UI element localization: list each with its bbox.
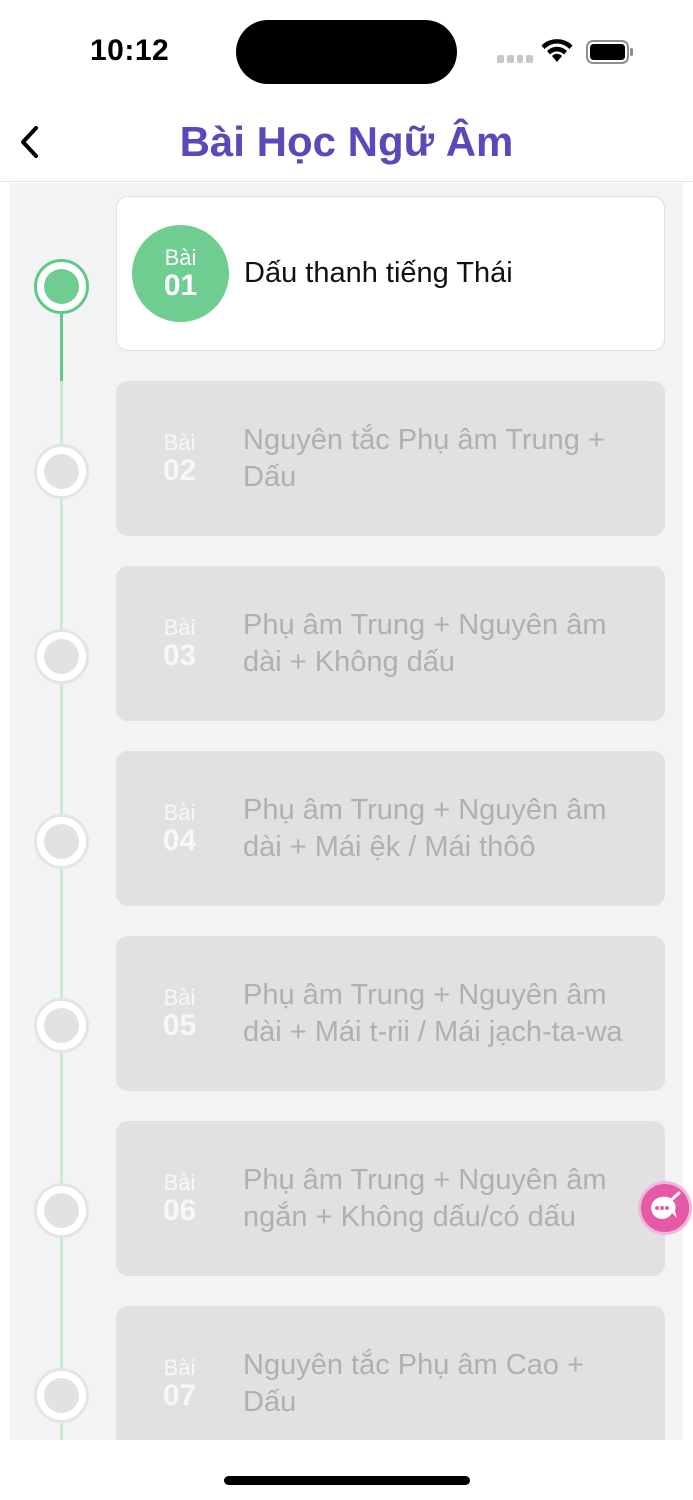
lesson-title: Dấu thanh tiếng Thái [244, 257, 513, 289]
status-time: 10:12 [90, 34, 170, 67]
lesson-card-06[interactable]: Bài 06 Phụ âm Trung + Nguyên âm ngắn + K… [116, 1121, 665, 1276]
lesson-title: Nguyên tắc Phụ âm Trung + Dấu [243, 423, 605, 493]
timeline-node [34, 998, 89, 1053]
wifi-icon [541, 39, 573, 62]
lesson-badge: Bài 01 [132, 225, 229, 322]
lesson-badge: Bài 07 [162, 1354, 197, 1412]
dynamic-island [236, 20, 457, 84]
lesson-badge: Bài 03 [162, 614, 197, 672]
timeline-node [34, 259, 89, 314]
lesson-card-04[interactable]: Bài 04 Phụ âm Trung + Nguyên âm dài + Má… [116, 751, 665, 906]
lesson-list[interactable]: Bài 01 Dấu thanh tiếng Thái Bài 02 Nguyê… [10, 183, 683, 1440]
lesson-badge: Bài 06 [162, 1169, 197, 1227]
lesson-badge: Bài 02 [162, 429, 197, 487]
lesson-title: Phụ âm Trung + Nguyên âm dài + Mái t-rii… [243, 978, 623, 1048]
page-title: Bài Học Ngữ Âm [179, 118, 514, 165]
lesson-badge: Bài 04 [162, 799, 197, 857]
lesson-title: Phụ âm Trung + Nguyên âm dài + Không dấu [243, 608, 607, 678]
timeline-node [34, 1183, 89, 1238]
status-bar: 10:12 [0, 0, 693, 100]
timeline-node [34, 1368, 89, 1423]
lesson-title: Phụ âm Trung + Nguyên âm ngắn + Không dấ… [243, 1163, 607, 1233]
lesson-card-07[interactable]: Bài 07 Nguyên tắc Phụ âm Cao + Dấu [116, 1306, 665, 1440]
lesson-title: Nguyên tắc Phụ âm Cao + Dấu [243, 1348, 584, 1418]
timeline-node [34, 444, 89, 499]
home-indicator-area [0, 1440, 693, 1500]
lesson-card-05[interactable]: Bài 05 Phụ âm Trung + Nguyên âm dài + Má… [116, 936, 665, 1091]
lesson-card-03[interactable]: Bài 03 Phụ âm Trung + Nguyên âm dài + Kh… [116, 566, 665, 721]
timeline-node [34, 629, 89, 684]
lesson-card-01[interactable]: Bài 01 Dấu thanh tiếng Thái [116, 196, 665, 351]
translate-helper-icon [651, 1191, 681, 1219]
cellular-signal-icon [497, 55, 533, 63]
navigation-bar: Bài Học Ngữ Âm [0, 100, 693, 182]
battery-icon [586, 40, 633, 64]
home-indicator[interactable] [224, 1476, 470, 1485]
lesson-title: Phụ âm Trung + Nguyên âm dài + Mái ệk / … [243, 793, 607, 863]
lesson-card-02[interactable]: Bài 02 Nguyên tắc Phụ âm Trung + Dấu [116, 381, 665, 536]
lesson-badge: Bài 05 [162, 984, 197, 1042]
floating-helper-button[interactable] [638, 1181, 692, 1235]
timeline-node [34, 814, 89, 869]
